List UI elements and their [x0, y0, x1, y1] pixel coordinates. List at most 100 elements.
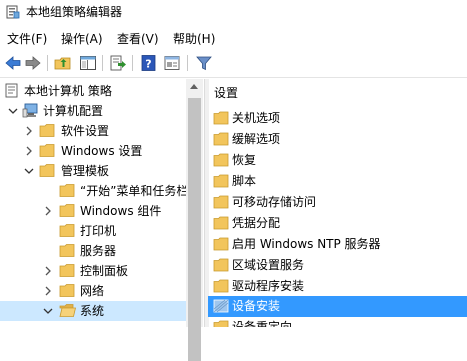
folder-icon: [213, 111, 229, 125]
list-item-locale-services[interactable]: 区域设置服务: [208, 255, 467, 276]
tree-item-label: 计算机配置: [43, 104, 104, 118]
list-item-label: 区域设置服务: [232, 258, 305, 272]
tree-item-label: Windows 组件: [80, 204, 162, 218]
folder-icon: [59, 263, 76, 278]
folder-icon: [213, 299, 229, 313]
tree-item-label: 管理模板: [61, 164, 110, 178]
list-item-label: 缓解选项: [232, 132, 281, 146]
folder-icon: [39, 143, 56, 158]
folder-icon: [59, 203, 76, 218]
tree-scrollbar[interactable]: [186, 79, 203, 361]
tree-item-label: 打印机: [80, 224, 117, 238]
chevron-right-icon[interactable]: [42, 264, 54, 278]
tree-item-windows-settings[interactable]: Windows 设置: [0, 141, 186, 161]
tree-item-windows-components[interactable]: Windows 组件: [0, 201, 186, 221]
group-policy-app-icon: [6, 5, 20, 19]
list-item-device-redirection[interactable]: 设备重定向: [208, 317, 467, 327]
menu-file[interactable]: 文件(F): [7, 31, 47, 47]
tree-item-label: 本地计算机 策略: [24, 84, 112, 98]
toolbar-separator: [102, 55, 103, 71]
tree-item-label: Windows 设置: [61, 144, 143, 158]
tree-item-start-menu-taskbar[interactable]: “开始”菜单和任务栏: [0, 181, 189, 201]
chevron-down-icon[interactable]: [7, 104, 19, 118]
tree-item-computer-config[interactable]: 计算机配置: [0, 101, 186, 121]
toolbar-separator: [132, 55, 133, 71]
list-item-mitigation-options[interactable]: 缓解选项: [208, 129, 467, 150]
computer-icon: [22, 103, 39, 118]
list-header: 设置: [214, 86, 239, 100]
list-item-removable-storage[interactable]: 可移动存储访问: [208, 192, 467, 213]
list-item-device-installation[interactable]: 设备安装: [208, 296, 467, 317]
tree-item-admin-templates[interactable]: 管理模板: [0, 161, 186, 181]
menu-help[interactable]: 帮助(H): [173, 31, 215, 47]
toolbar-separator: [47, 55, 48, 71]
svg-text:?: ?: [145, 58, 151, 71]
chevron-down-icon[interactable]: [23, 164, 35, 178]
folder-icon: [213, 320, 229, 327]
chevron-right-icon[interactable]: [42, 284, 54, 298]
list-item-label: 可移动存储访问: [232, 195, 317, 209]
scroll-up-arrow-icon[interactable]: [190, 84, 198, 89]
folder-icon: [213, 237, 229, 251]
export-list-icon[interactable]: [109, 54, 127, 72]
folder-icon: [59, 243, 76, 258]
filter-icon[interactable]: [195, 54, 213, 72]
tree-item-printers[interactable]: 打印机: [0, 221, 186, 241]
tree-item-system[interactable]: 系统: [0, 301, 186, 321]
list-item-label: 设备重定向: [232, 320, 293, 327]
list-item-label: 驱动程序安装: [232, 279, 305, 293]
list-item-scripts[interactable]: 脚本: [208, 171, 467, 192]
help-icon[interactable]: ?: [140, 54, 158, 72]
show-hide-tree-icon[interactable]: [79, 54, 97, 72]
tree-item-server[interactable]: 服务器: [0, 241, 186, 261]
folder-icon: [213, 216, 229, 230]
list-item-label: 关机选项: [232, 111, 281, 125]
settings-list-pane: 设置 关机选项 缓解选项 恢复 脚本 可移动存储访问 凭据分配 启用 Windo…: [208, 79, 467, 327]
tree-item-label: 软件设置: [61, 124, 110, 138]
forward-icon[interactable]: [24, 54, 42, 72]
menu-action[interactable]: 操作(A): [61, 31, 103, 47]
list-item-label: 脚本: [232, 174, 257, 188]
list-item-ntp-server[interactable]: 启用 Windows NTP 服务器: [208, 234, 467, 255]
folder-icon: [213, 279, 229, 293]
list-item-shutdown-options[interactable]: 关机选项: [208, 108, 467, 129]
folder-icon: [213, 153, 229, 167]
chevron-right-icon[interactable]: [42, 204, 54, 218]
list-item-label: 设备安装: [232, 299, 281, 313]
folder-icon: [59, 223, 76, 238]
folder-icon: [213, 174, 229, 188]
tree-item-software-settings[interactable]: 软件设置: [0, 121, 186, 141]
title-bar: 本地组策略编辑器: [0, 0, 467, 26]
tree-item-label: 网络: [80, 284, 105, 298]
folder-icon: [59, 183, 76, 198]
list-item-recovery[interactable]: 恢复: [208, 150, 467, 171]
scrollbar-thumb[interactable]: [188, 98, 201, 361]
folder-icon: [213, 258, 229, 272]
properties-icon[interactable]: [163, 54, 181, 72]
folder-icon: [39, 163, 56, 178]
list-item-credentials-delegation[interactable]: 凭据分配: [208, 213, 467, 234]
menu-view[interactable]: 查看(V): [117, 31, 159, 47]
tree-item-control-panel[interactable]: 控制面板: [0, 261, 186, 281]
folder-icon: [213, 195, 229, 209]
tree-item-label: 系统: [80, 304, 105, 318]
list-item-label: 启用 Windows NTP 服务器: [232, 237, 381, 251]
folder-open-icon: [59, 303, 77, 318]
chevron-right-icon[interactable]: [23, 144, 35, 158]
computer-policy-icon: [4, 83, 21, 98]
window-title: 本地组策略编辑器: [26, 5, 123, 19]
tree-item-local-computer-policy[interactable]: 本地计算机 策略: [0, 81, 186, 101]
list-item-label: 恢复: [232, 153, 257, 167]
up-folder-icon[interactable]: [54, 54, 72, 72]
tree-item-network[interactable]: 网络: [0, 281, 186, 301]
chevron-right-icon[interactable]: [23, 124, 35, 138]
tree-item-label: 服务器: [80, 244, 117, 258]
tree-item-label: “开始”菜单和任务栏: [80, 184, 189, 198]
folder-icon: [59, 283, 76, 298]
tree-pane[interactable]: 本地计算机 策略 计算机配置 软件设置 Windows 设置 管理模板 “开始”…: [0, 79, 204, 327]
tree-item-label: 控制面板: [80, 264, 129, 278]
back-icon[interactable]: [4, 54, 22, 72]
chevron-down-icon[interactable]: [42, 304, 54, 318]
folder-icon: [213, 132, 229, 146]
list-item-driver-installation[interactable]: 驱动程序安装: [208, 276, 467, 297]
